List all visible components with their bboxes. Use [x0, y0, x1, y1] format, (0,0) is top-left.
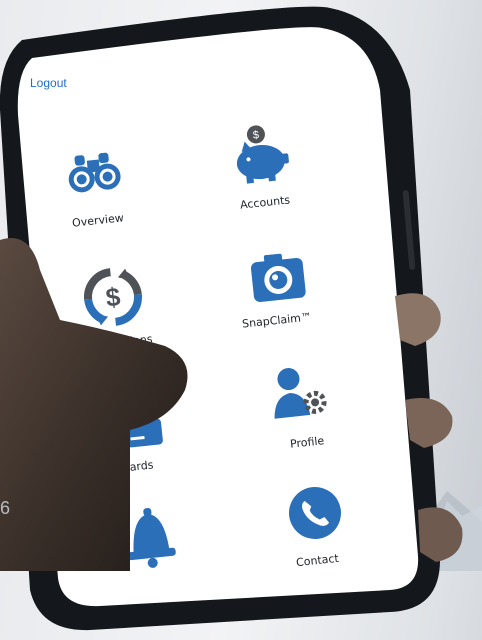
hand	[0, 238, 463, 571]
page-number: 6	[0, 498, 11, 518]
